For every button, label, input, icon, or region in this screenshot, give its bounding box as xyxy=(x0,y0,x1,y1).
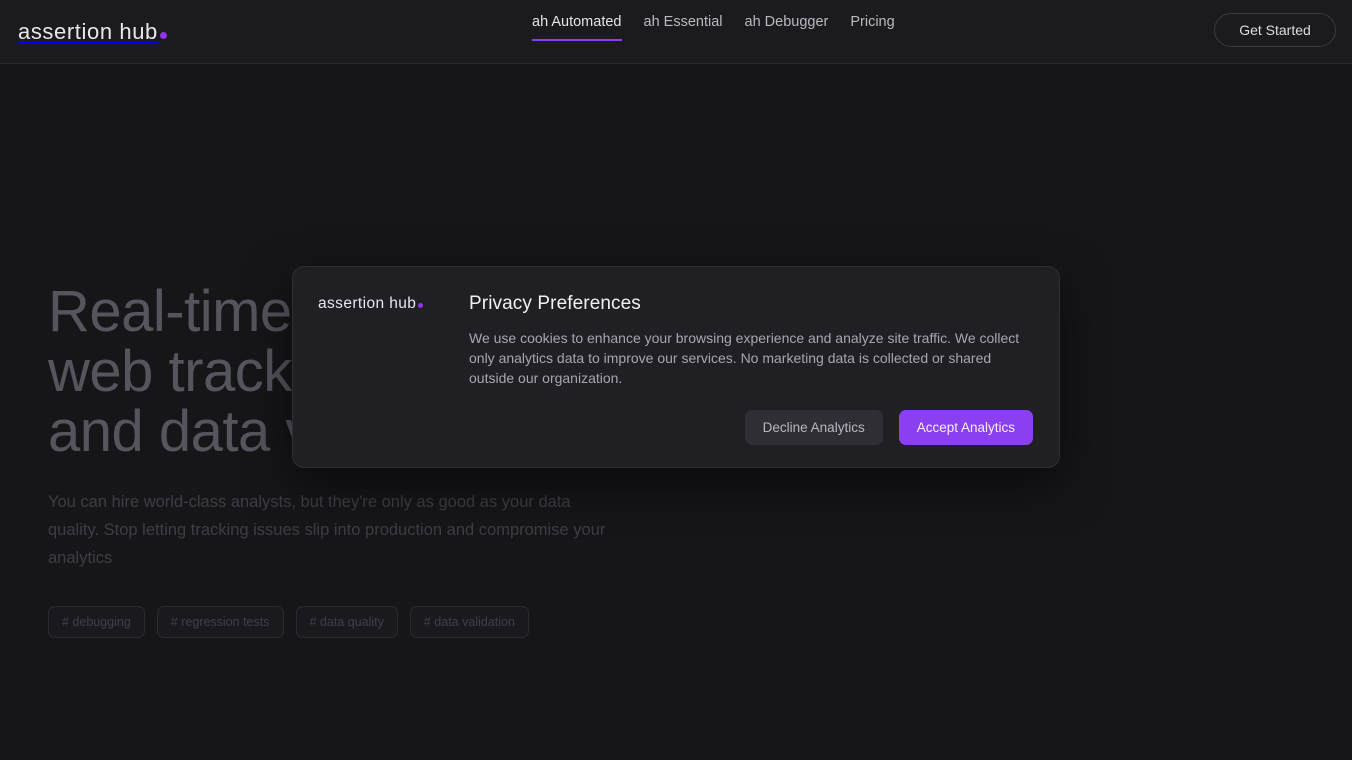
dialog-title: Privacy Preferences xyxy=(469,293,1033,315)
hero-subtitle: You can hire world-class analysts, but t… xyxy=(48,488,618,572)
tag-pill-regression-tests[interactable]: # regression tests xyxy=(157,606,284,638)
dialog-logo: assertion hub xyxy=(318,295,469,313)
tag-pill-data-quality[interactable]: # data quality xyxy=(296,606,398,638)
dialog-brand-dot-icon xyxy=(418,303,423,308)
tag-pill-data-validation[interactable]: # data validation xyxy=(410,606,529,638)
dialog-brand-name: assertion hub xyxy=(318,295,416,313)
dialog-brand-area: assertion hub xyxy=(293,267,469,467)
accept-analytics-button[interactable]: Accept Analytics xyxy=(899,410,1033,445)
main-navigation: ah Automated ah Essential ah Debugger Pr… xyxy=(532,14,895,41)
decline-analytics-button[interactable]: Decline Analytics xyxy=(745,410,883,445)
nav-item-ah-essential[interactable]: ah Essential xyxy=(644,14,723,41)
nav-item-pricing[interactable]: Pricing xyxy=(850,14,894,41)
brand-dot-icon xyxy=(160,32,167,39)
brand-logo[interactable]: assertion hub xyxy=(18,19,167,45)
dialog-actions: Decline Analytics Accept Analytics xyxy=(469,410,1033,445)
hero-tag-list: # debugging # regression tests # data qu… xyxy=(48,606,688,638)
nav-item-ah-automated[interactable]: ah Automated xyxy=(532,14,622,41)
dialog-description: We use cookies to enhance your browsing … xyxy=(469,328,1029,388)
dialog-body: Privacy Preferences We use cookies to en… xyxy=(469,267,1059,467)
site-header: assertion hub ah Automated ah Essential … xyxy=(0,0,1352,64)
get-started-button[interactable]: Get Started xyxy=(1214,13,1336,47)
tag-pill-debugging[interactable]: # debugging xyxy=(48,606,145,638)
nav-item-ah-debugger[interactable]: ah Debugger xyxy=(745,14,829,41)
brand-name: assertion hub xyxy=(18,19,158,45)
privacy-preferences-dialog: assertion hub Privacy Preferences We use… xyxy=(292,266,1060,468)
